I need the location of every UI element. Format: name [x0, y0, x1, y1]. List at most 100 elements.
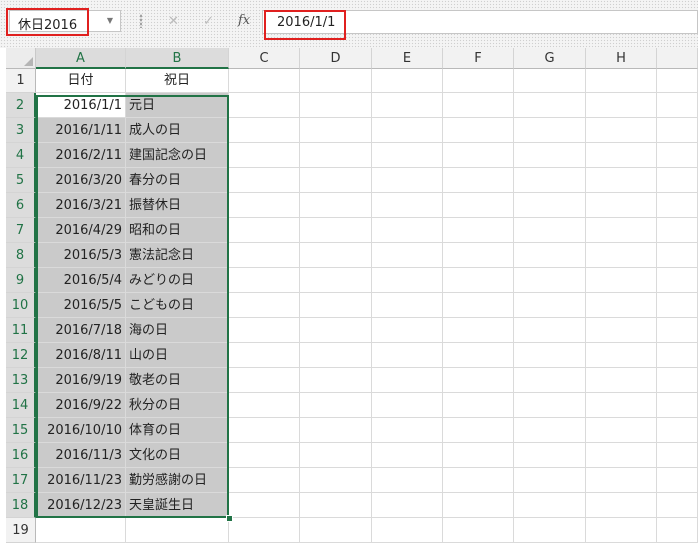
- cell[interactable]: [229, 118, 300, 143]
- cell[interactable]: [443, 218, 514, 243]
- cell[interactable]: [372, 93, 443, 118]
- cell[interactable]: [514, 268, 586, 293]
- cell[interactable]: [229, 518, 300, 543]
- row-header-17[interactable]: 17: [6, 468, 36, 493]
- cell[interactable]: [586, 193, 657, 218]
- cell-holiday-name[interactable]: 憲法記念日: [126, 243, 229, 268]
- cell[interactable]: [126, 518, 229, 543]
- cell-date[interactable]: 2016/1/1: [36, 93, 126, 118]
- cell[interactable]: [443, 518, 514, 543]
- cell[interactable]: [586, 368, 657, 393]
- enter-icon[interactable]: ✓: [203, 14, 214, 29]
- cell[interactable]: [372, 418, 443, 443]
- cell-holiday-name[interactable]: みどりの日: [126, 268, 229, 293]
- cell[interactable]: [657, 69, 698, 93]
- row-header-7[interactable]: 7: [6, 218, 36, 243]
- cell[interactable]: [443, 393, 514, 418]
- cell[interactable]: [657, 318, 698, 343]
- cell[interactable]: [372, 143, 443, 168]
- cell[interactable]: [372, 393, 443, 418]
- cell[interactable]: [443, 118, 514, 143]
- column-header-g[interactable]: G: [514, 48, 586, 69]
- cell[interactable]: [514, 243, 586, 268]
- cell[interactable]: [514, 418, 586, 443]
- cell-date[interactable]: 2016/10/10: [36, 418, 126, 443]
- cell[interactable]: [300, 93, 372, 118]
- cell[interactable]: [229, 368, 300, 393]
- cell[interactable]: [514, 468, 586, 493]
- column-header-e[interactable]: E: [372, 48, 443, 69]
- cell[interactable]: [443, 69, 514, 93]
- cell[interactable]: [586, 93, 657, 118]
- cell[interactable]: [443, 468, 514, 493]
- cell[interactable]: [514, 69, 586, 93]
- row-header-18[interactable]: 18: [6, 493, 36, 518]
- cell[interactable]: [229, 318, 300, 343]
- cell[interactable]: [300, 218, 372, 243]
- cell[interactable]: [657, 243, 698, 268]
- cell[interactable]: [443, 243, 514, 268]
- row-header-14[interactable]: 14: [6, 393, 36, 418]
- column-header-a[interactable]: A: [36, 48, 126, 69]
- cell[interactable]: [372, 118, 443, 143]
- cell[interactable]: [657, 218, 698, 243]
- chevron-down-icon[interactable]: ▼: [102, 13, 118, 29]
- cell-date[interactable]: 2016/3/20: [36, 168, 126, 193]
- cell[interactable]: [372, 69, 443, 93]
- cell[interactable]: [657, 418, 698, 443]
- cell[interactable]: [657, 143, 698, 168]
- cell-holiday-name[interactable]: 秋分の日: [126, 393, 229, 418]
- cell[interactable]: [229, 293, 300, 318]
- row-header-4[interactable]: 4: [6, 143, 36, 168]
- cell[interactable]: [372, 293, 443, 318]
- cell[interactable]: [372, 368, 443, 393]
- cell-date[interactable]: 2016/5/4: [36, 268, 126, 293]
- column-header-c[interactable]: C: [229, 48, 300, 69]
- cancel-icon[interactable]: ✕: [168, 14, 179, 29]
- cell[interactable]: [443, 368, 514, 393]
- cell-holiday-name[interactable]: 春分の日: [126, 168, 229, 193]
- cell[interactable]: [586, 468, 657, 493]
- cell-holiday-name[interactable]: 振替休日: [126, 193, 229, 218]
- cell[interactable]: [372, 443, 443, 468]
- cell[interactable]: [586, 218, 657, 243]
- cell[interactable]: [36, 518, 126, 543]
- cell[interactable]: [586, 69, 657, 93]
- cell[interactable]: [657, 193, 698, 218]
- cell[interactable]: [586, 118, 657, 143]
- cell-date[interactable]: 2016/4/29: [36, 218, 126, 243]
- cell[interactable]: [514, 143, 586, 168]
- column-header-b[interactable]: B: [126, 48, 229, 69]
- cell[interactable]: [443, 168, 514, 193]
- cell-holiday-name[interactable]: 海の日: [126, 318, 229, 343]
- cell-date[interactable]: 2016/9/22: [36, 393, 126, 418]
- cell[interactable]: [372, 468, 443, 493]
- cell[interactable]: [657, 493, 698, 518]
- cell[interactable]: [229, 193, 300, 218]
- row-header-2[interactable]: 2: [6, 93, 36, 118]
- cell[interactable]: [300, 493, 372, 518]
- cell[interactable]: [443, 343, 514, 368]
- cell[interactable]: [586, 343, 657, 368]
- cell[interactable]: [300, 318, 372, 343]
- cell[interactable]: [229, 218, 300, 243]
- cell[interactable]: [586, 318, 657, 343]
- cell[interactable]: [443, 268, 514, 293]
- cell[interactable]: [657, 168, 698, 193]
- cell-holiday-name[interactable]: 山の日: [126, 343, 229, 368]
- row-header-1[interactable]: 1: [6, 69, 36, 93]
- cell-holiday-name[interactable]: 元日: [126, 93, 229, 118]
- cell[interactable]: [586, 443, 657, 468]
- cell[interactable]: [586, 243, 657, 268]
- cell[interactable]: [514, 168, 586, 193]
- cell[interactable]: [514, 218, 586, 243]
- cell-b1-header[interactable]: 祝日: [126, 69, 229, 93]
- cell-date[interactable]: 2016/5/3: [36, 243, 126, 268]
- cell[interactable]: [514, 293, 586, 318]
- cell-holiday-name[interactable]: 敬老の日: [126, 368, 229, 393]
- row-header-8[interactable]: 8: [6, 243, 36, 268]
- cell[interactable]: [229, 243, 300, 268]
- cell[interactable]: [229, 443, 300, 468]
- fill-handle[interactable]: [226, 515, 233, 522]
- cell[interactable]: [514, 443, 586, 468]
